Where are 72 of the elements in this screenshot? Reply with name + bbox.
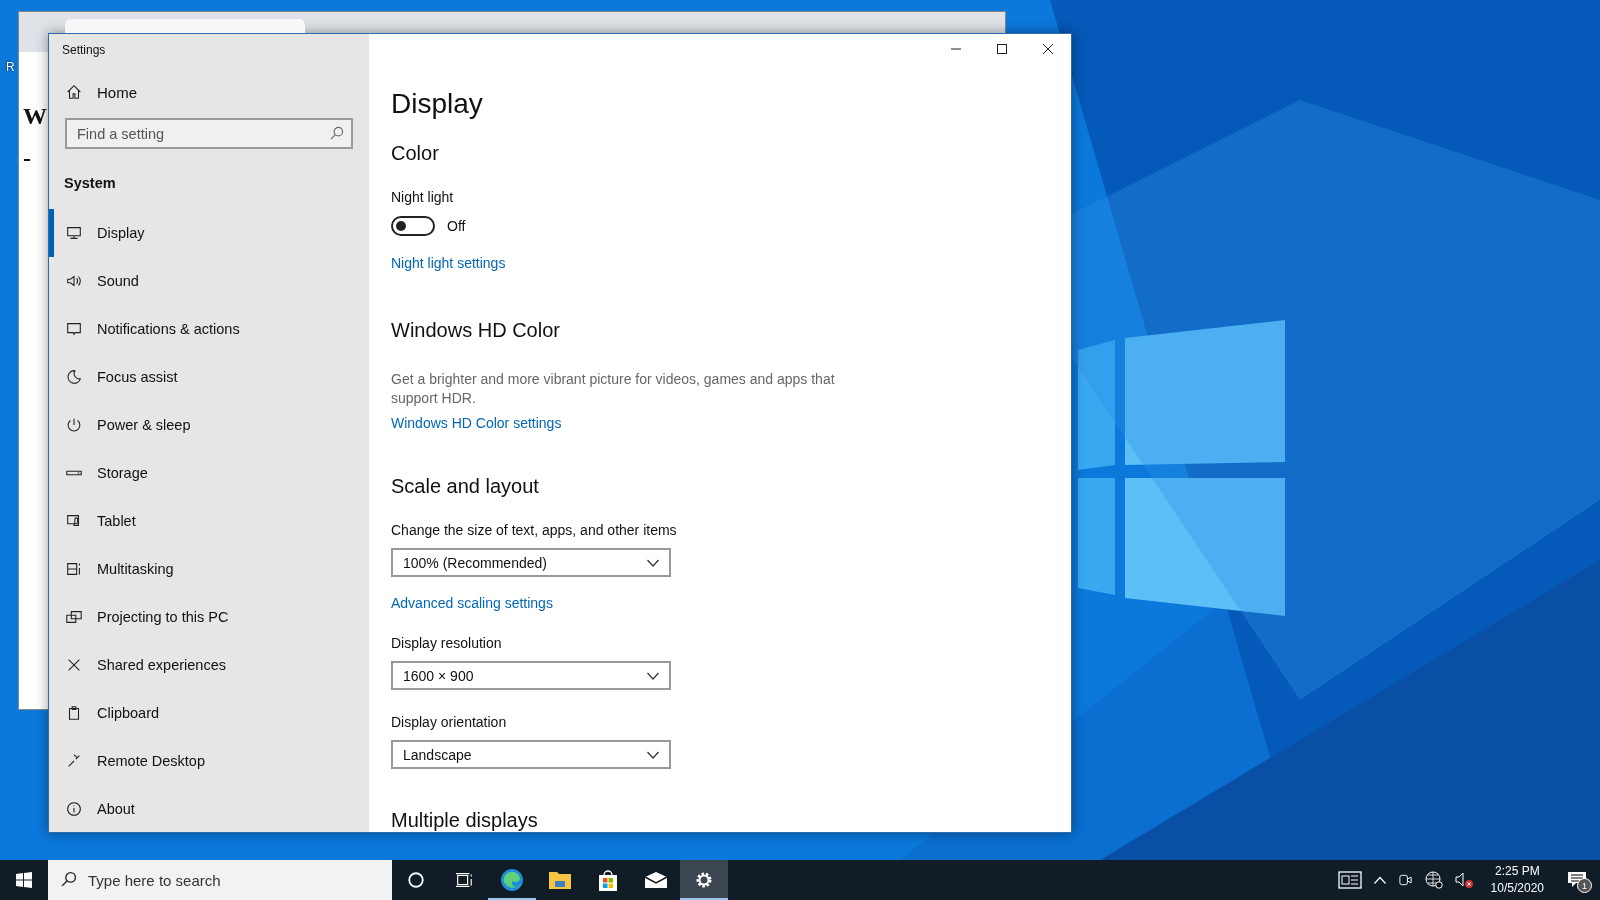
taskbar-app-button[interactable] [680, 860, 728, 900]
settings-icon [694, 870, 714, 890]
desktop-icon-label[interactable]: R [6, 60, 15, 74]
muted-speaker-icon[interactable] [1454, 871, 1475, 889]
dropdown[interactable]: 1600 × 900 [391, 661, 671, 690]
sidebar-item-icon [65, 416, 83, 434]
setting-label: Display orientation [391, 714, 507, 730]
chevron-up-icon[interactable] [1373, 876, 1386, 884]
sidebar-item[interactable]: Clipboard [49, 689, 369, 737]
sidebar-item[interactable]: Sound [49, 257, 369, 305]
sidebar-item-icon [65, 608, 83, 626]
chevron-down-icon [647, 671, 659, 680]
sidebar-item-icon [65, 560, 83, 578]
toggle-switch[interactable] [391, 216, 435, 236]
shopping-bag-icon [596, 868, 620, 892]
setting-label: Night light [391, 189, 454, 205]
sidebar-item[interactable]: About [49, 785, 369, 832]
news-icon[interactable] [1337, 871, 1362, 889]
setting-label: Change the size of text, apps, and other items [391, 522, 677, 538]
window-title: Settings [61, 42, 107, 57]
settings-link[interactable]: Night light settings [391, 255, 506, 271]
section-heading: Scale and layout [391, 475, 539, 498]
close-icon [1043, 44, 1053, 54]
page-heading: W [23, 102, 47, 130]
notification-count-badge: 1 [1577, 878, 1592, 893]
section-heading: Windows HD Color [391, 319, 560, 342]
sidebar-item[interactable]: Tablet [49, 497, 369, 545]
sidebar-item[interactable]: Notifications & actions [49, 305, 369, 353]
sidebar-item-icon [65, 368, 83, 386]
taskbar-search-field[interactable]: Type here to search [48, 860, 392, 900]
sidebar-item[interactable]: Storage [49, 449, 369, 497]
sidebar-item-icon [65, 272, 83, 290]
chevron-down-icon [647, 558, 659, 567]
browser-icon [500, 868, 524, 892]
camera-icon[interactable] [1397, 872, 1413, 888]
globe-icon[interactable] [1424, 871, 1443, 889]
dropdown[interactable]: Landscape [391, 740, 671, 769]
page-title: Display [391, 88, 483, 120]
settings-link[interactable]: Advanced scaling settings [391, 595, 553, 611]
section-heading: Multiple displays [391, 809, 538, 832]
search-icon [329, 126, 344, 141]
section-heading: System [63, 174, 117, 191]
task-view-icon [455, 871, 473, 889]
sidebar-item-icon [65, 224, 83, 242]
home-nav-item[interactable]: Home [49, 83, 369, 101]
circle-icon [407, 871, 425, 889]
sidebar-item[interactable]: Projecting to this PC [49, 593, 369, 641]
sidebar-item[interactable]: Shared experiences [49, 641, 369, 689]
description: Get a brighter and more vibrant picture for videos, games and apps that support HDR. [391, 370, 836, 408]
search-field[interactable]: Find a setting [65, 118, 353, 149]
folder-icon [548, 870, 572, 890]
page-heading: - [23, 144, 32, 172]
toggle-state: Off [447, 218, 466, 234]
clock[interactable]: 2:25 PM 10/5/2020 [1490, 863, 1544, 897]
chevron-down-icon [647, 750, 659, 759]
sidebar-item[interactable]: Focus assist [49, 353, 369, 401]
setting-label: Display resolution [391, 635, 502, 651]
sidebar-item-icon [65, 800, 83, 818]
sidebar-item[interactable]: Remote Desktop [49, 737, 369, 785]
section-heading: Color [391, 142, 439, 165]
sidebar-item[interactable]: Power & sleep [49, 401, 369, 449]
dropdown[interactable]: 100% (Recommended) [391, 548, 671, 577]
sidebar-item[interactable]: Multitasking [49, 545, 369, 593]
settings-link[interactable]: Windows HD Color settings [391, 415, 562, 431]
notifications-button[interactable]: 1 [1554, 860, 1600, 900]
home-icon [65, 83, 83, 101]
envelope-icon [644, 871, 668, 889]
date-text: 10/5/2020 [1490, 880, 1544, 897]
time-text: 2:25 PM [1494, 863, 1540, 880]
sidebar-item-icon [65, 320, 83, 338]
four-panes-icon [16, 872, 32, 888]
maximize-icon [997, 44, 1007, 54]
